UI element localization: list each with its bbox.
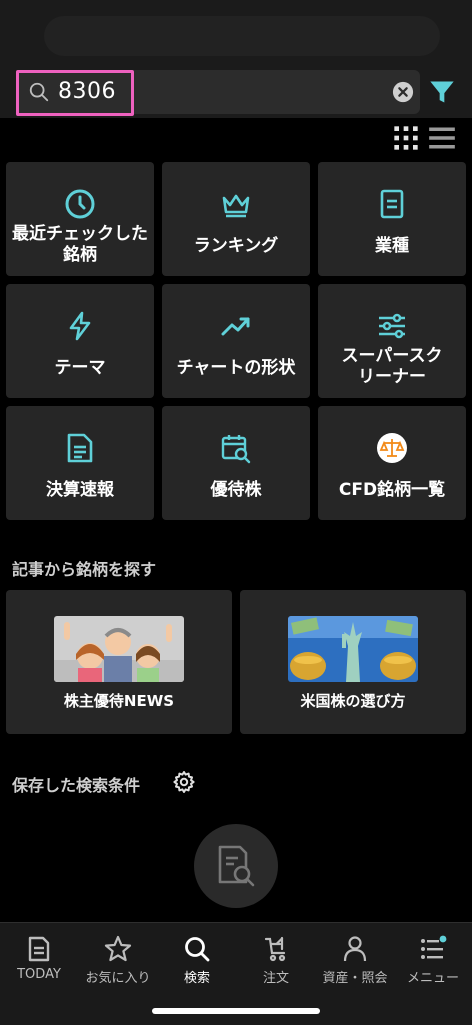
home-indicator (152, 1008, 320, 1014)
menu-icon (421, 935, 447, 959)
search-icon (185, 937, 210, 962)
tile-super-screener[interactable]: スーパースクリーナー (318, 284, 466, 398)
scale-icon (377, 433, 407, 463)
statue-of-liberty-illustration (288, 616, 418, 682)
nav-assets[interactable]: 資産・照会 (316, 931, 394, 991)
document-icon (380, 189, 404, 219)
nav-label: お気に入り (85, 971, 151, 986)
nav-menu[interactable]: メニュー (394, 931, 472, 991)
search-value[interactable]: 8306 (58, 79, 116, 104)
search-input[interactable]: 8306 (16, 70, 420, 116)
search-icon (29, 82, 49, 102)
crown-icon (222, 194, 250, 218)
nav-today[interactable]: TODAY (0, 931, 78, 991)
nav-label: 注文 (262, 971, 289, 986)
tile-label: チャートの形状 (176, 358, 296, 378)
nav-search[interactable]: 検索 (158, 931, 236, 991)
list-view-icon[interactable] (428, 124, 456, 152)
nav-label: メニュー (406, 971, 459, 986)
top-bar: 8306 (0, 0, 472, 118)
tile-label: 最近チェックした銘柄 (12, 224, 148, 265)
filter-icon[interactable] (428, 78, 456, 106)
tile-cfd-list[interactable]: CFD銘柄一覧 (318, 406, 466, 520)
star-icon (104, 935, 132, 962)
blurred-header-strip (44, 16, 440, 56)
family-illustration (54, 616, 184, 682)
clock-icon (65, 189, 95, 219)
document-search-icon (218, 845, 255, 887)
tile-label: CFD銘柄一覧 (338, 480, 446, 500)
trend-up-icon (221, 317, 250, 336)
person-icon (343, 936, 367, 962)
tile-label: テーマ (54, 358, 106, 378)
tile-chart-shape[interactable]: チャートの形状 (162, 284, 310, 398)
empty-saved-placeholder (194, 824, 278, 908)
clear-icon[interactable] (392, 81, 414, 103)
tile-earnings[interactable]: 決算速報 (6, 406, 154, 520)
notification-dot (439, 935, 447, 943)
cart-icon (264, 936, 286, 962)
nav-label: 検索 (183, 971, 210, 986)
tile-label: ランキング (193, 236, 279, 256)
nav-label: 資産・照会 (322, 971, 388, 986)
report-icon (67, 433, 93, 463)
section-title-articles: 記事から銘柄を探す (12, 560, 157, 579)
tile-recent-checked[interactable]: 最近チェックした銘柄 (6, 162, 154, 276)
article-card-benefit-news[interactable]: 株主優待NEWS (6, 590, 232, 734)
article-label: 株主優待NEWS (63, 692, 175, 710)
tile-benefit-stocks[interactable]: 優待株 (162, 406, 310, 520)
tile-label: 優待株 (210, 480, 262, 500)
tile-ranking[interactable]: ランキング (162, 162, 310, 276)
sliders-icon (379, 313, 405, 339)
tile-theme[interactable]: テーマ (6, 284, 154, 398)
tile-label: 決算速報 (46, 480, 114, 500)
tile-industry[interactable]: 業種 (318, 162, 466, 276)
nav-label: TODAY (17, 967, 61, 982)
today-icon (28, 936, 50, 962)
gear-icon[interactable] (172, 770, 196, 794)
section-title-saved: 保存した検索条件 (12, 776, 141, 795)
tile-label: スーパースクリーナー (341, 346, 443, 387)
calendar-search-icon (221, 435, 251, 464)
tile-label: 業種 (375, 236, 409, 256)
nav-favorites[interactable]: お気に入り (79, 931, 157, 991)
article-card-us-stocks[interactable]: 米国株の選び方 (240, 590, 466, 734)
grid-view-icon[interactable] (392, 124, 420, 152)
article-label: 米国株の選び方 (300, 692, 406, 710)
lightning-icon (69, 311, 91, 341)
nav-order[interactable]: 注文 (237, 931, 315, 991)
